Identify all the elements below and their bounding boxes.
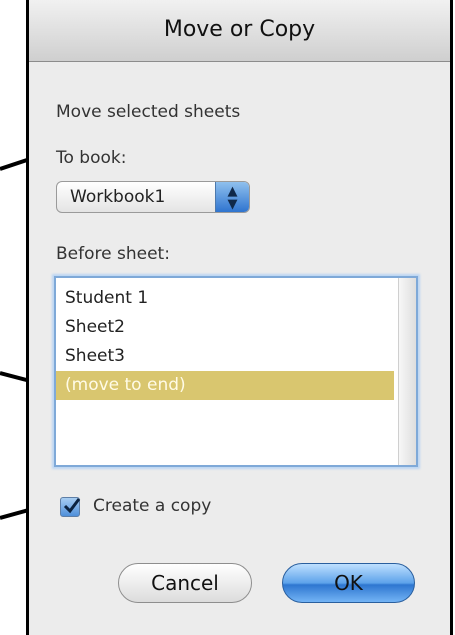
to-book-label: To book: [56, 148, 127, 168]
instruction-label: Move selected sheets [56, 102, 241, 122]
list-scrollbar[interactable] [398, 278, 416, 465]
move-or-copy-dialog: Move or Copy Move selected sheets To boo… [26, 0, 453, 635]
list-item-sheet3[interactable]: Sheet3 [56, 342, 394, 371]
title-bar: Move or Copy [29, 0, 450, 62]
list-item-student-1[interactable]: Student 1 [56, 284, 394, 313]
checkmark-icon [63, 498, 81, 514]
list-item-sheet2[interactable]: Sheet2 [56, 313, 394, 342]
create-copy-checkbox[interactable] [60, 497, 81, 517]
updown-arrows-icon: ▲ ▼ [215, 182, 249, 212]
create-copy-label: Create a copy [93, 496, 212, 516]
dialog-title: Move or Copy [163, 17, 316, 42]
before-sheet-list[interactable]: Student 1 Sheet2 Sheet3 (move to end) [54, 276, 418, 467]
to-book-select-value: Workbook1 [70, 187, 166, 207]
before-sheet-label: Before sheet: [56, 244, 170, 264]
list-item-move-to-end[interactable]: (move to end) [56, 371, 394, 400]
to-book-select[interactable]: Workbook1 ▲ ▼ [56, 181, 250, 213]
cancel-button[interactable]: Cancel [118, 563, 252, 603]
ok-button[interactable]: OK [282, 563, 415, 603]
